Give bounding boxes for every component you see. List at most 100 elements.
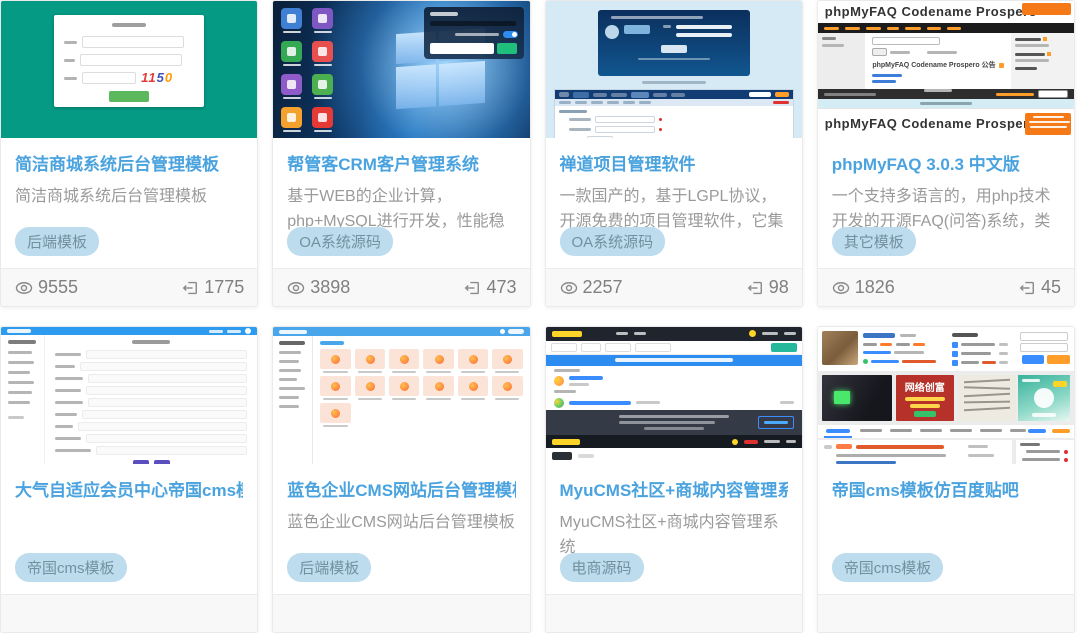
downloads-stat: 473 — [462, 277, 516, 298]
image-grid — [320, 349, 522, 427]
category-tag[interactable]: 其它模板 — [832, 227, 916, 256]
template-thumbnail[interactable] — [1, 327, 257, 464]
template-title-link[interactable]: 蓝色企业CMS网站后台管理模板 — [287, 476, 515, 501]
template-thumbnail[interactable] — [273, 327, 529, 464]
card-body: 蓝色企业CMS网站后台管理模板 蓝色企业CMS网站后台管理模板 后端模板 — [273, 464, 529, 594]
views-count: 2257 — [583, 277, 623, 298]
admin-form-screenshot — [554, 89, 794, 138]
card-body: 帮管客CRM客户管理系统 基于WEB的企业计算，php+MySQL进行开发，性能… — [273, 138, 529, 268]
downloads-stat: 1775 — [180, 277, 244, 298]
left-sidebar — [818, 33, 866, 89]
template-thumbnail[interactable]: 1150 — [1, 1, 257, 138]
category-tag[interactable]: 后端模板 — [15, 227, 99, 256]
views-count: 3898 — [310, 277, 350, 298]
site-footer — [546, 410, 802, 436]
myucms-logo — [552, 331, 582, 337]
pull-icon — [462, 278, 482, 298]
template-title-link[interactable]: phpMyFAQ 3.0.3 中文版 — [832, 150, 1060, 175]
publish-button — [771, 343, 797, 352]
template-thumbnail[interactable] — [546, 1, 802, 138]
template-card: 大气自适应会员中心帝国cms模板 帝国cms模板 — [0, 326, 258, 633]
site-navbar-2 — [546, 435, 802, 448]
card-stats-bar — [1, 594, 257, 632]
template-description: 蓝色企业CMS网站后台管理模板 — [287, 510, 515, 535]
card-body: MyuCMS社区+商城内容管理系统 MyuCMS社区+商城内容管理系统 电商源码 — [546, 464, 802, 594]
category-tag[interactable]: OA系统源码 — [287, 227, 393, 256]
card-body: 禅道项目管理软件 一款国产的，基于LGPL协议，开源免费的项目管理软件，它集产 … — [546, 138, 802, 268]
template-thumbnail[interactable]: 网络创富 — [818, 327, 1074, 464]
template-title-link[interactable]: 简洁商城系统后台管理模板 — [15, 150, 243, 175]
category-tag[interactable]: 帝国cms模板 — [832, 553, 944, 582]
template-title-link[interactable]: 大气自适应会员中心帝国cms模板 — [15, 476, 243, 501]
admin-form — [45, 335, 257, 464]
category-tag[interactable]: OA系统源码 — [560, 227, 666, 256]
ad-banner: 网络创富 — [896, 375, 954, 421]
notice-text: phpMyFAQ Codename Prospero 公告 — [872, 60, 995, 70]
card-stats-bar: 9555 1775 — [1, 268, 257, 306]
admin-top-bar — [273, 327, 529, 336]
template-card-grid: 1150 简洁商城系统后台管理模板 简洁商城系统后台管理模板 后端模板 9555… — [0, 0, 1080, 633]
right-sidebar — [1011, 33, 1074, 89]
desktop-icons — [281, 8, 334, 138]
template-thumbnail[interactable] — [273, 1, 529, 138]
card-stats-bar — [546, 594, 802, 632]
card-stats-bar — [273, 594, 529, 632]
template-title-link[interactable]: MyuCMS社区+商城内容管理系统 — [560, 476, 788, 501]
downloads-count: 98 — [769, 277, 789, 298]
side-ad — [1018, 375, 1070, 421]
main-content: phpMyFAQ Codename Prospero 公告 — [865, 33, 1010, 89]
login-button — [109, 91, 149, 102]
pull-icon — [745, 278, 765, 298]
template-card: MyuCMS社区+商城内容管理系统 MyuCMS社区+商城内容管理系统 电商源码 — [545, 326, 803, 633]
template-thumbnail[interactable]: phpMyFAQ Codename Prospero — [818, 1, 1074, 138]
category-tag[interactable]: 帝国cms模板 — [15, 553, 127, 582]
admin-sidebar — [1, 335, 45, 464]
header-button — [1022, 3, 1071, 15]
downloads-stat: 45 — [1017, 277, 1061, 298]
card-body: 大气自适应会员中心帝国cms模板 帝国cms模板 — [1, 464, 257, 594]
notice-banner — [546, 355, 802, 366]
template-title-link[interactable]: 帝国cms模板仿百度贴吧 — [832, 476, 1060, 501]
search-row — [546, 341, 802, 355]
captcha-code: 1150 — [141, 73, 173, 83]
card-body: 简洁商城系统后台管理模板 简洁商城系统后台管理模板 后端模板 — [1, 138, 257, 268]
downloads-count: 1775 — [204, 277, 244, 298]
ad-banner-text: 网络创富 — [905, 383, 945, 394]
myucms-logo — [552, 439, 580, 445]
views-count: 9555 — [38, 277, 78, 298]
toggle-switch — [503, 31, 518, 38]
sketch-banner — [958, 375, 1016, 421]
views-count: 1826 — [855, 277, 895, 298]
card-stats-bar: 1826 45 — [818, 268, 1074, 306]
login-panel — [598, 10, 750, 76]
downloads-count: 45 — [1041, 277, 1061, 298]
template-title-link[interactable]: 禅道项目管理软件 — [560, 150, 788, 175]
pull-icon — [1017, 278, 1037, 298]
site-navbar — [546, 327, 802, 341]
login-panel: 1150 — [54, 15, 204, 107]
photo-banner — [822, 375, 892, 421]
eye-icon — [831, 278, 851, 298]
template-card: 禅道项目管理软件 一款国产的，基于LGPL协议，开源免费的项目管理软件，它集产 … — [545, 0, 803, 307]
views-stat: 9555 — [14, 277, 78, 298]
eye-icon — [14, 278, 34, 298]
views-stat: 3898 — [286, 277, 350, 298]
category-tag[interactable]: 电商源码 — [560, 553, 644, 582]
card-body: 帝国cms模板仿百度贴吧 帝国cms模板 — [818, 464, 1074, 594]
template-title-link[interactable]: 帮管客CRM客户管理系统 — [287, 150, 515, 175]
template-card: 1150 简洁商城系统后台管理模板 简洁商城系统后台管理模板 后端模板 9555… — [0, 0, 258, 307]
template-thumbnail[interactable] — [546, 327, 802, 464]
card-stats-bar: 2257 98 — [546, 268, 802, 306]
avatar — [554, 376, 564, 386]
admin-sidebar — [273, 336, 313, 464]
footer-link-box — [758, 416, 794, 429]
downloads-stat: 98 — [745, 277, 789, 298]
eye-icon — [286, 278, 306, 298]
category-tag[interactable]: 后端模板 — [287, 553, 371, 582]
profile-photo — [822, 331, 858, 365]
session-warning-box — [1025, 113, 1071, 135]
card-body: phpMyFAQ 3.0.3 中文版 一个支持多语言的，用php技术开发的开源F… — [818, 138, 1074, 268]
site-header-text: phpMyFAQ Codename Prospero — [818, 116, 1037, 131]
forum-list — [546, 366, 802, 410]
login-widget — [424, 7, 524, 59]
